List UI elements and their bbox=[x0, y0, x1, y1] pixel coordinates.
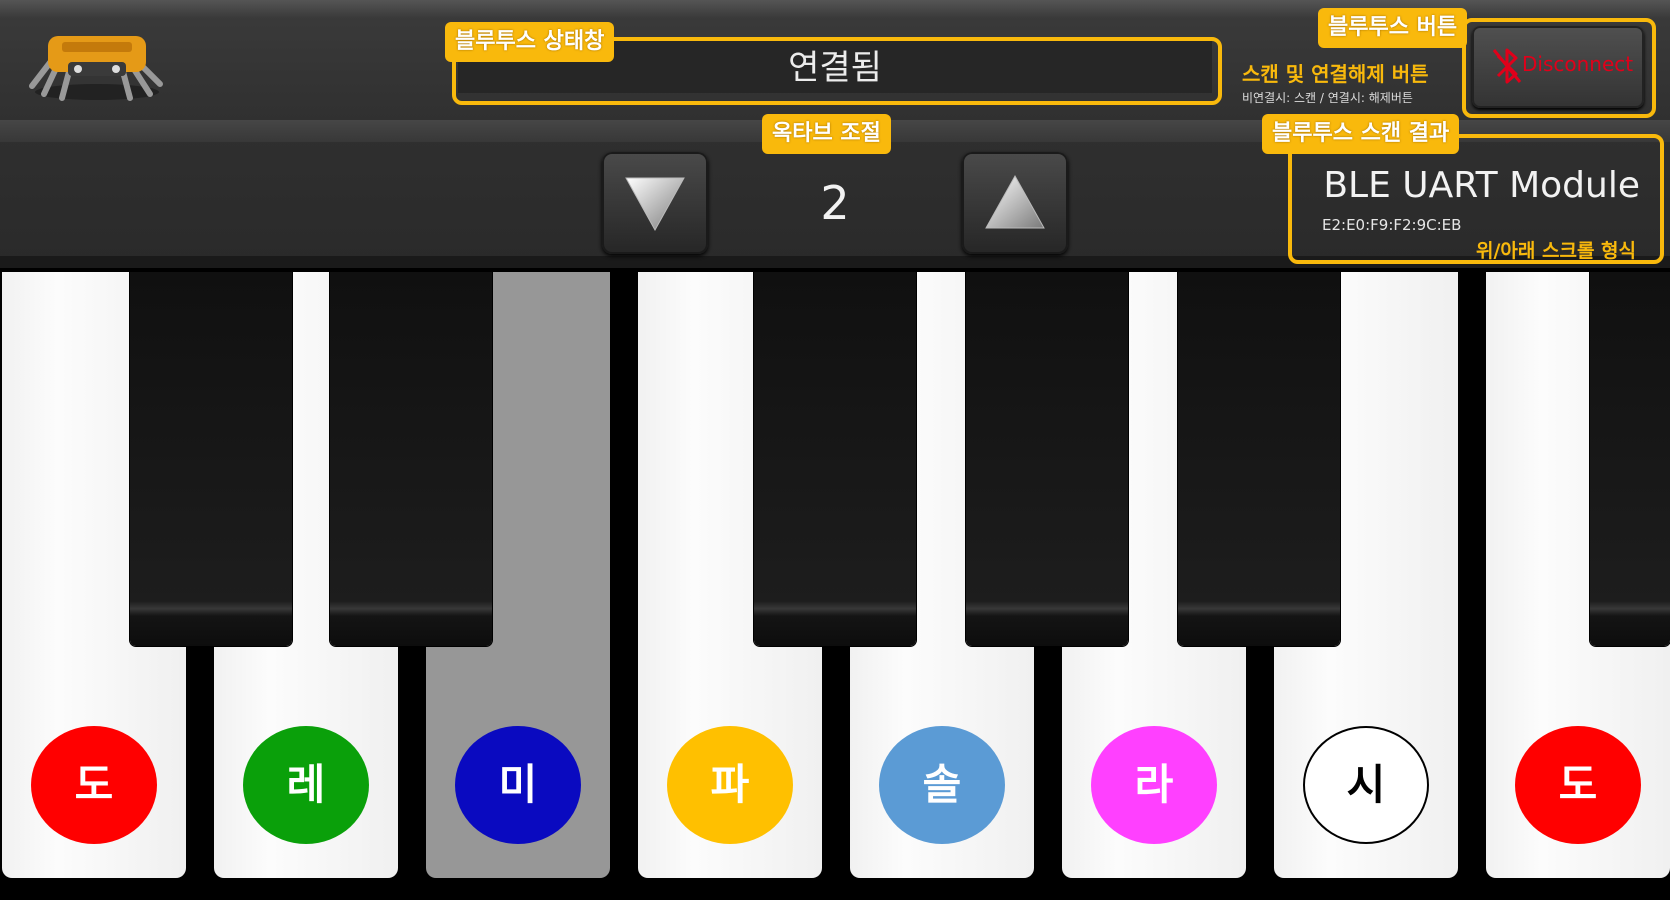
octave-value: 2 bbox=[820, 176, 850, 230]
note-label-sol: 솔 bbox=[879, 726, 1005, 844]
black-key-re-sharp[interactable] bbox=[330, 272, 492, 646]
black-key-la-sharp[interactable] bbox=[1178, 272, 1340, 646]
disconnect-button[interactable]: Disconnect bbox=[1472, 26, 1644, 108]
disconnect-label: Disconnect bbox=[1522, 52, 1634, 76]
top-panel: 연결됨 블루투스 상태창 옥타브 조절 2 스캔 및 연결해제 버튼 비연결시:… bbox=[0, 0, 1670, 268]
piano-keyboard: 도 레 미 파 솔 라 시 도 bbox=[0, 268, 1670, 900]
black-key-do-sharp[interactable] bbox=[130, 272, 292, 646]
triangle-up-icon bbox=[985, 174, 1045, 229]
scan-device-name[interactable]: BLE UART Module bbox=[1290, 164, 1640, 208]
note-label-re: 레 bbox=[243, 726, 369, 844]
note-label-la: 라 bbox=[1091, 726, 1217, 844]
note-label-mi: 미 bbox=[455, 726, 581, 844]
bt-button-subtext: 비연결시: 스캔 / 연결시: 해제버튼 bbox=[1242, 91, 1413, 105]
scan-device-mac: E2:E0:F9:F2:9C:EB bbox=[1322, 216, 1462, 234]
status-callout: 블루투스 상태창 bbox=[445, 22, 615, 62]
octave-down-button[interactable] bbox=[602, 152, 708, 254]
scan-callout: 블루투스 스캔 결과 bbox=[1262, 114, 1460, 154]
black-key-do-sharp-high[interactable] bbox=[1590, 272, 1670, 646]
octave-up-button[interactable] bbox=[962, 152, 1068, 254]
scan-scroll-note: 위/아래 스크롤 형식 bbox=[1475, 240, 1636, 262]
note-label-do-high: 도 bbox=[1515, 726, 1641, 844]
bluetooth-off-icon bbox=[1492, 48, 1522, 84]
note-label-do: 도 bbox=[31, 726, 157, 844]
note-label-fa: 파 bbox=[667, 726, 793, 844]
triangle-down-icon bbox=[625, 177, 685, 232]
octave-callout: 옥타브 조절 bbox=[762, 114, 891, 154]
bt-button-callout: 블루투스 버튼 bbox=[1318, 8, 1468, 48]
robot-spider-logo bbox=[29, 36, 163, 101]
bt-button-description: 스캔 및 연결해제 버튼 bbox=[1242, 62, 1429, 86]
black-key-sol-sharp[interactable] bbox=[966, 272, 1128, 646]
note-label-si: 시 bbox=[1303, 726, 1429, 844]
black-key-fa-sharp[interactable] bbox=[754, 272, 916, 646]
